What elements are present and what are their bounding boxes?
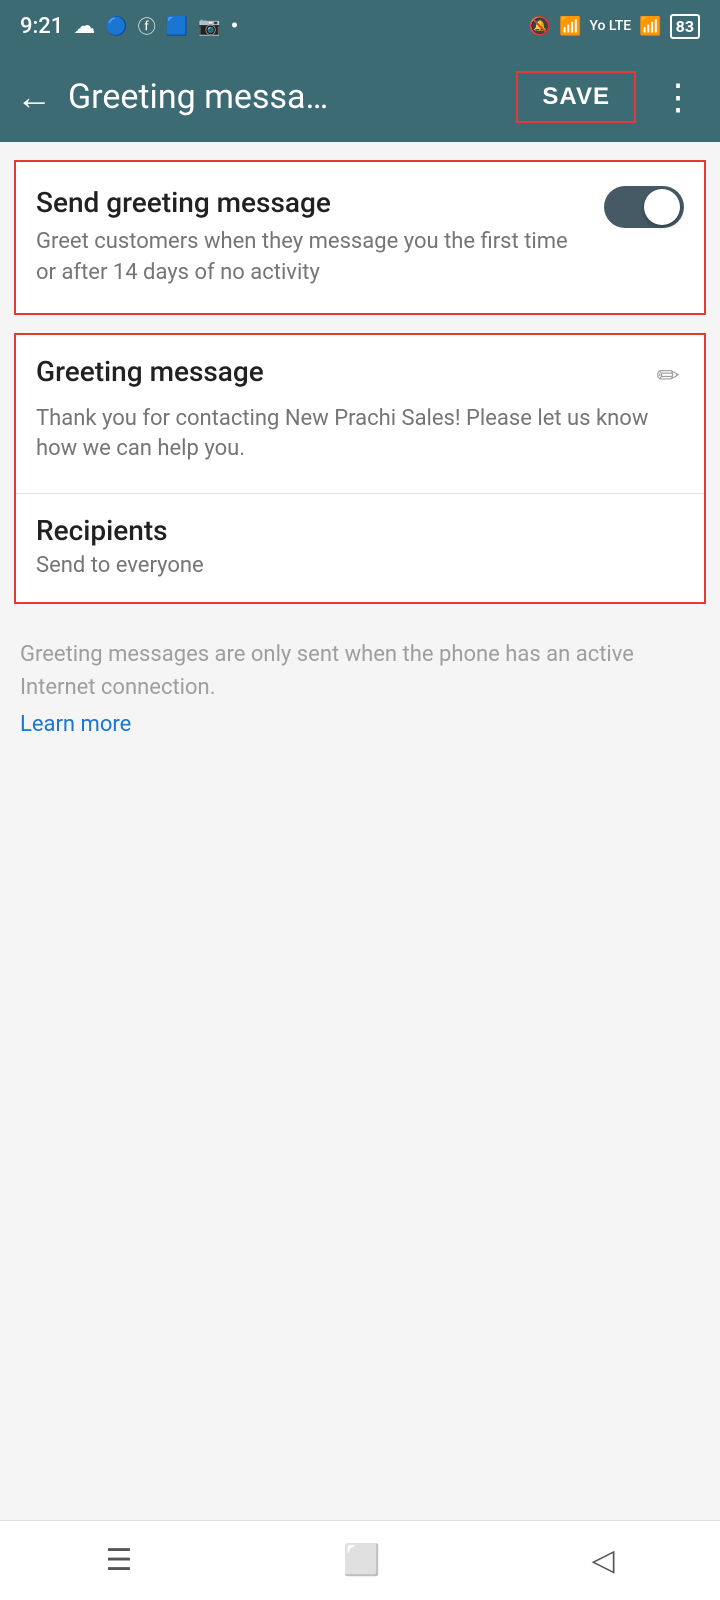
recipients-divider — [16, 493, 704, 494]
nav-bar: ☰ ⬜ ◁ — [0, 1520, 720, 1600]
nav-menu-icon[interactable]: ☰ — [105, 1543, 132, 1578]
more-menu-button[interactable]: ⋮ — [652, 76, 704, 118]
status-bar: 9:21 ☁ 🔵 ⓕ 🟦 📷 • 🔕 📶 Yo LTE 📶 83 — [0, 0, 720, 52]
back-button[interactable]: ← — [16, 76, 52, 118]
send-greeting-toggle[interactable] — [604, 186, 684, 228]
back-arrow-icon: ← — [16, 76, 52, 118]
page-title: Greeting messa… — [68, 77, 500, 117]
cloud-icon: ☁ — [73, 14, 95, 39]
send-greeting-card: Send greeting message Greet customers wh… — [14, 160, 706, 315]
send-greeting-description: Greet customers when they message you th… — [36, 227, 584, 289]
send-greeting-text-block: Send greeting message Greet customers wh… — [36, 186, 604, 289]
greeting-msg-header: Greeting message ✏ — [36, 355, 684, 396]
send-greeting-title: Send greeting message — [36, 186, 584, 219]
edit-message-button[interactable]: ✏ — [653, 355, 684, 396]
status-time: 9:21 — [20, 14, 63, 39]
greeting-message-title: Greeting message — [36, 355, 264, 388]
browser-icon: 🟦 — [166, 16, 188, 37]
mute-icon: 🔕 — [529, 16, 551, 37]
facebook-icon: ⓕ — [138, 13, 156, 39]
footer-note: Greeting messages are only sent when the… — [0, 622, 720, 757]
toggle-knob — [644, 189, 680, 225]
footer-note-text: Greeting messages are only sent when the… — [20, 642, 634, 700]
status-bar-left: 9:21 ☁ 🔵 ⓕ 🟦 📷 • — [20, 13, 238, 39]
recipients-title: Recipients — [36, 514, 684, 547]
signal-icon: 📶 — [639, 16, 661, 37]
lte-icon: Yo LTE — [589, 18, 631, 34]
status-bar-right: 🔕 📶 Yo LTE 📶 83 — [529, 14, 700, 39]
notification-icon: 🔵 — [105, 16, 127, 37]
nav-home-icon[interactable]: ⬜ — [343, 1543, 380, 1578]
learn-more-link[interactable]: Learn more — [20, 708, 700, 741]
nav-back-icon[interactable]: ◁ — [591, 1543, 614, 1578]
dot-icon: • — [231, 14, 239, 39]
recipients-description: Send to everyone — [36, 553, 684, 578]
battery-indicator: 83 — [670, 14, 700, 39]
greeting-message-card: Greeting message ✏ Thank you for contact… — [14, 333, 706, 605]
wifi-icon: 📶 — [559, 16, 581, 37]
camera-icon: 📷 — [198, 16, 220, 37]
app-bar: ← Greeting messa… SAVE ⋮ — [0, 52, 720, 142]
main-content: Send greeting message Greet customers wh… — [0, 160, 720, 757]
save-button[interactable]: SAVE — [516, 71, 636, 123]
toggle-container[interactable] — [604, 186, 684, 228]
greeting-message-text: Thank you for contacting New Prachi Sale… — [36, 404, 684, 466]
